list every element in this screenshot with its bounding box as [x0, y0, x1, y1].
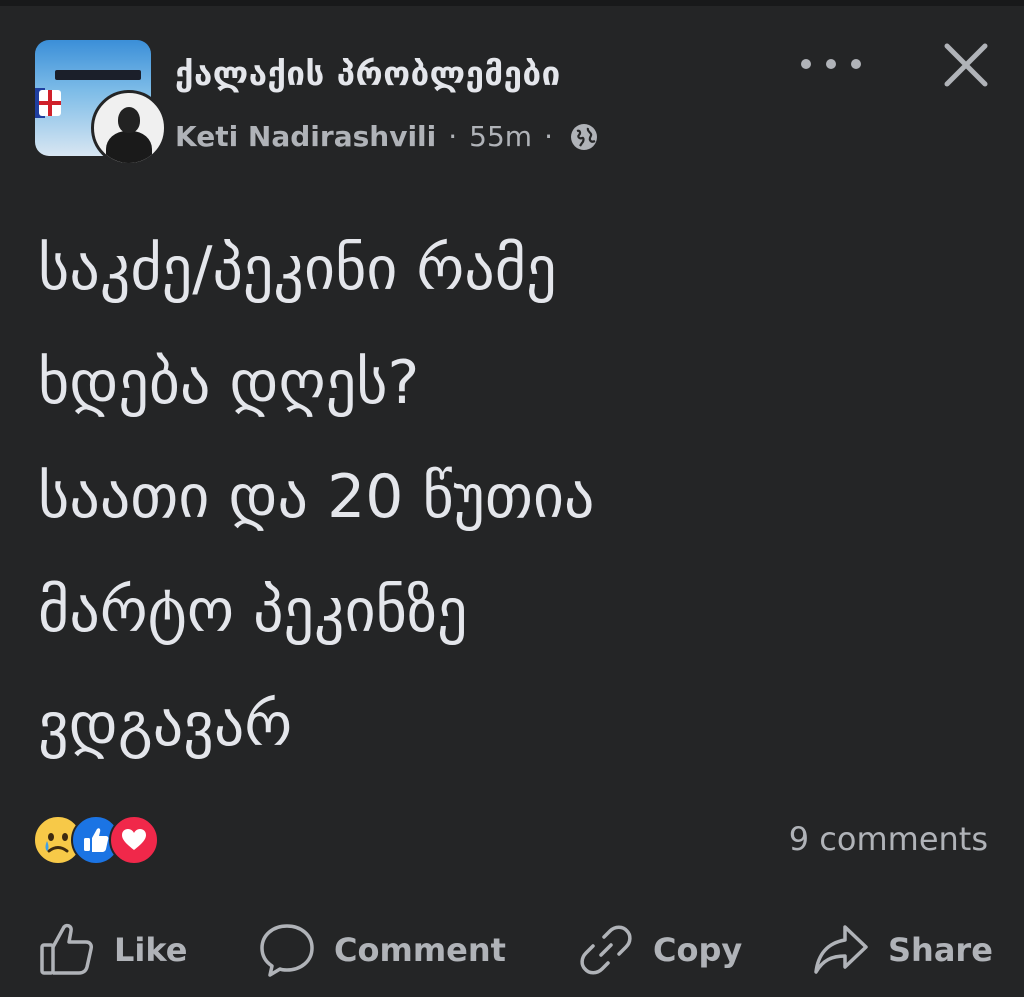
link-icon [580, 925, 632, 975]
dot-icon [826, 59, 836, 69]
author-avatar-head [118, 107, 140, 133]
comment-icon [260, 924, 314, 977]
group-avatar-banner [55, 70, 141, 80]
globe-icon [569, 122, 599, 152]
share-label: Share [888, 931, 993, 969]
comment-label: Comment [334, 931, 506, 969]
post-text: საკძე/პეკინი რამე ხდება დღეს? საათი და 2… [38, 234, 595, 760]
author-avatar[interactable] [91, 90, 167, 166]
post-meta: Keti Nadirashvili · 55m · [175, 120, 599, 153]
copy-button[interactable]: Copy [577, 915, 742, 985]
like-button[interactable]: Like [38, 915, 187, 985]
comment-button[interactable]: Comment [258, 915, 506, 985]
post-time[interactable]: 55m [469, 120, 532, 153]
dot-icon [851, 59, 861, 69]
top-edge [0, 0, 1024, 6]
dot-icon [801, 59, 811, 69]
author-name[interactable]: Keti Nadirashvili [175, 120, 436, 153]
close-icon [944, 43, 988, 87]
copy-label: Copy [653, 931, 743, 969]
group-name[interactable]: ქალაქის პრობლემები [175, 54, 561, 93]
comments-count[interactable]: 9 comments [789, 820, 988, 858]
post-actions-bar: Like Comment Copy Share [0, 915, 1024, 985]
meta-separator: · [544, 120, 553, 153]
meta-separator: · [448, 120, 458, 153]
post-header: ქალაქის პრობლემები Keti Nadirashvili · 5… [35, 40, 995, 170]
close-button[interactable] [941, 40, 991, 90]
share-icon [814, 925, 868, 974]
share-button[interactable]: Share [812, 915, 993, 985]
love-icon [109, 815, 159, 865]
reactions-summary[interactable] [33, 815, 159, 865]
like-label: Like [114, 931, 188, 969]
more-options-button[interactable] [801, 44, 861, 84]
georgia-flag-icon [39, 90, 61, 116]
author-avatar-body [106, 131, 152, 163]
thumbs-up-icon [40, 923, 93, 975]
